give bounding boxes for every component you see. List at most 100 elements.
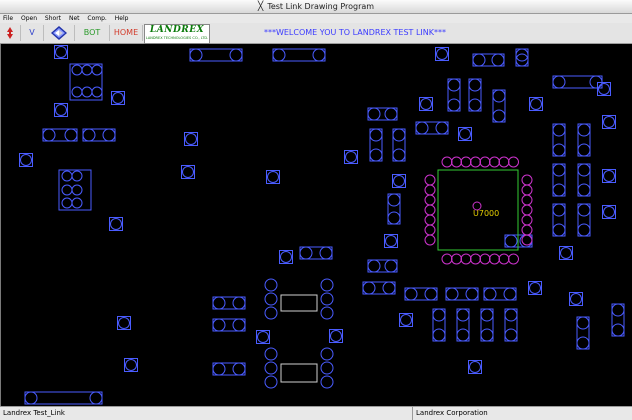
component-outline <box>42 128 78 142</box>
pad <box>436 48 448 60</box>
pad <box>71 170 83 182</box>
pad <box>508 156 519 168</box>
pad <box>470 156 481 168</box>
pad <box>530 98 542 110</box>
pad <box>61 184 73 196</box>
pad <box>229 48 243 62</box>
square-pad <box>529 97 543 111</box>
pad <box>469 361 481 373</box>
flip-arrow-button[interactable] <box>0 25 21 41</box>
component-outline <box>577 123 591 157</box>
pad <box>382 281 396 295</box>
pad <box>55 104 67 116</box>
pad <box>603 206 615 218</box>
pad <box>598 83 610 95</box>
pad <box>432 328 446 342</box>
pad <box>611 323 625 337</box>
bot-button[interactable]: BOT <box>75 25 110 41</box>
component-outline <box>362 281 396 295</box>
pad <box>71 197 83 209</box>
v-button[interactable]: V <box>21 25 44 41</box>
pad <box>503 287 517 301</box>
square-pad <box>392 174 406 188</box>
pad <box>515 48 529 62</box>
pad <box>603 170 615 182</box>
flip-arrow-icon <box>7 27 13 39</box>
pad <box>611 303 625 317</box>
pad <box>424 204 436 216</box>
pad <box>189 48 203 62</box>
square-pad <box>602 115 616 129</box>
pad <box>498 253 510 265</box>
menu-short[interactable]: Short <box>45 14 61 23</box>
pad <box>232 296 246 310</box>
x11-icon: ╳ <box>257 2 264 12</box>
square-pad <box>458 127 472 141</box>
square-pad <box>266 170 280 184</box>
status-left: Landrex Test_Link <box>3 409 65 417</box>
pad <box>81 86 93 98</box>
pad <box>280 251 292 263</box>
pad <box>112 92 124 104</box>
pad <box>521 234 533 246</box>
pad <box>185 133 197 145</box>
pad <box>362 281 376 295</box>
pad <box>432 308 446 322</box>
pad <box>212 362 226 376</box>
pad <box>504 234 518 248</box>
menu-help[interactable]: Help <box>115 14 129 23</box>
pad <box>489 156 500 168</box>
square-pad <box>468 360 482 374</box>
pad <box>320 306 334 320</box>
component-outline <box>552 123 566 157</box>
pad <box>55 46 67 58</box>
pad <box>451 253 462 265</box>
pad <box>71 64 83 76</box>
pad <box>460 156 472 168</box>
pad <box>552 203 566 217</box>
component-outline <box>212 362 246 376</box>
pad <box>91 64 103 76</box>
pad <box>345 151 357 163</box>
pcb-drawing[interactable]: U7000 <box>1 44 631 406</box>
component-outline <box>387 193 401 225</box>
menu-open[interactable]: Open <box>21 14 37 23</box>
pad <box>603 116 615 128</box>
pad <box>504 308 518 322</box>
home-button[interactable]: HOME <box>110 25 143 41</box>
pad <box>504 328 518 342</box>
board-canvas[interactable]: U7000 <box>0 44 632 406</box>
pad <box>320 278 334 292</box>
menu-file[interactable]: File <box>3 14 13 23</box>
pad <box>424 194 436 206</box>
pad <box>445 287 459 301</box>
status-bar: Landrex Test_Link Landrex Corporation <box>0 406 632 420</box>
pad <box>20 154 32 166</box>
pad <box>369 148 383 162</box>
pad <box>508 253 519 265</box>
pad <box>424 234 436 246</box>
component-outline <box>69 63 103 101</box>
component-label-u7000: U7000 <box>473 209 499 218</box>
pad <box>424 174 436 186</box>
window-title: Test Link Drawing Program <box>267 2 375 11</box>
menu-comp[interactable]: Comp. <box>87 14 106 23</box>
square-pad <box>279 250 293 264</box>
component-outline <box>415 121 449 135</box>
pad <box>24 391 38 405</box>
pad <box>521 184 533 196</box>
pad <box>387 211 401 225</box>
navigate-button[interactable] <box>44 25 75 41</box>
pad <box>61 197 73 209</box>
pad <box>299 246 313 260</box>
pad <box>479 253 491 265</box>
pad <box>102 128 116 142</box>
pad <box>577 203 591 217</box>
menu-net[interactable]: Net <box>69 14 80 23</box>
component-outline <box>212 296 246 310</box>
pad <box>468 98 482 112</box>
component-outline <box>552 75 603 89</box>
pad <box>415 121 429 135</box>
pad <box>385 235 397 247</box>
pad <box>393 175 405 187</box>
